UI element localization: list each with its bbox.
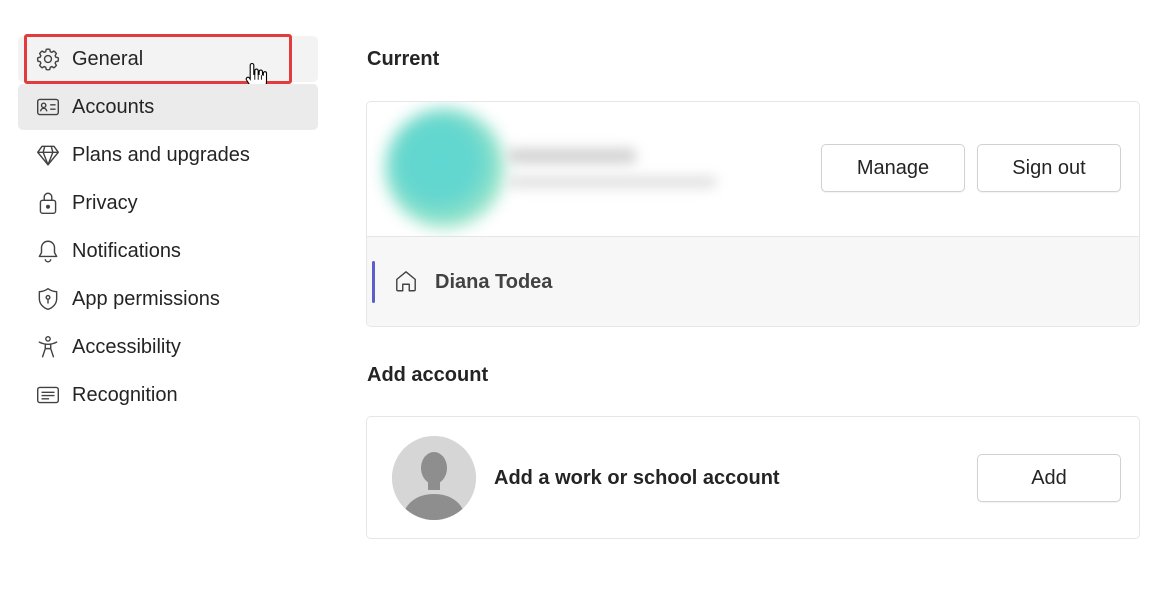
shield-icon (34, 285, 62, 313)
sidebar-item-privacy[interactable]: Privacy (18, 180, 318, 226)
sidebar-item-label: Privacy (72, 191, 138, 214)
id-card-icon (34, 93, 62, 121)
avatar (385, 108, 505, 228)
sidebar-item-plans[interactable]: Plans and upgrades (18, 132, 318, 178)
diamond-icon (34, 141, 62, 169)
manage-button[interactable]: Manage (821, 144, 965, 192)
bell-icon (34, 237, 62, 265)
sidebar-item-label: General (72, 47, 144, 70)
sidebar-item-notifications[interactable]: Notifications (18, 228, 318, 274)
selected-indicator (372, 261, 375, 303)
sidebar-item-recognition[interactable]: Recognition (18, 372, 318, 418)
home-icon (396, 271, 416, 292)
sidebar-item-label: Notifications (72, 239, 181, 262)
sidebar-item-app-permissions[interactable]: App permissions (18, 276, 318, 322)
blurred-account-name (507, 148, 637, 164)
settings-sidebar: General Accounts Plans and upgrades Priv… (18, 34, 318, 420)
sidebar-item-accounts[interactable]: Accounts (18, 84, 318, 130)
sidebar-item-accessibility[interactable]: Accessibility (18, 324, 318, 370)
accessibility-icon (34, 333, 62, 361)
sign-out-button[interactable]: Sign out (977, 144, 1121, 192)
sidebar-item-label: Accounts (72, 95, 155, 118)
sidebar-item-label: Accessibility (72, 335, 181, 358)
recognition-icon (34, 381, 62, 409)
blurred-account-email (507, 176, 717, 188)
sidebar-item-general[interactable]: General (18, 34, 318, 91)
current-org-row[interactable]: Diana Todea (367, 237, 1139, 326)
current-account-card: Manage Sign out Diana Todea (366, 101, 1140, 327)
add-account-text: Add a work or school account (494, 467, 780, 489)
gear-icon (34, 45, 62, 73)
person-placeholder-icon (392, 436, 476, 520)
sidebar-item-label: Recognition (72, 383, 178, 406)
sidebar-item-label: Plans and upgrades (72, 143, 250, 166)
current-section-title: Current (367, 48, 440, 70)
add-button[interactable]: Add (977, 454, 1121, 502)
sidebar-item-label: App permissions (72, 287, 220, 310)
add-account-card: Add a work or school account Add (366, 416, 1140, 539)
org-name: Diana Todea (435, 271, 553, 293)
current-account-header: Manage Sign out (367, 102, 1139, 237)
lock-icon (34, 189, 62, 217)
add-account-section-title: Add account (367, 364, 489, 386)
